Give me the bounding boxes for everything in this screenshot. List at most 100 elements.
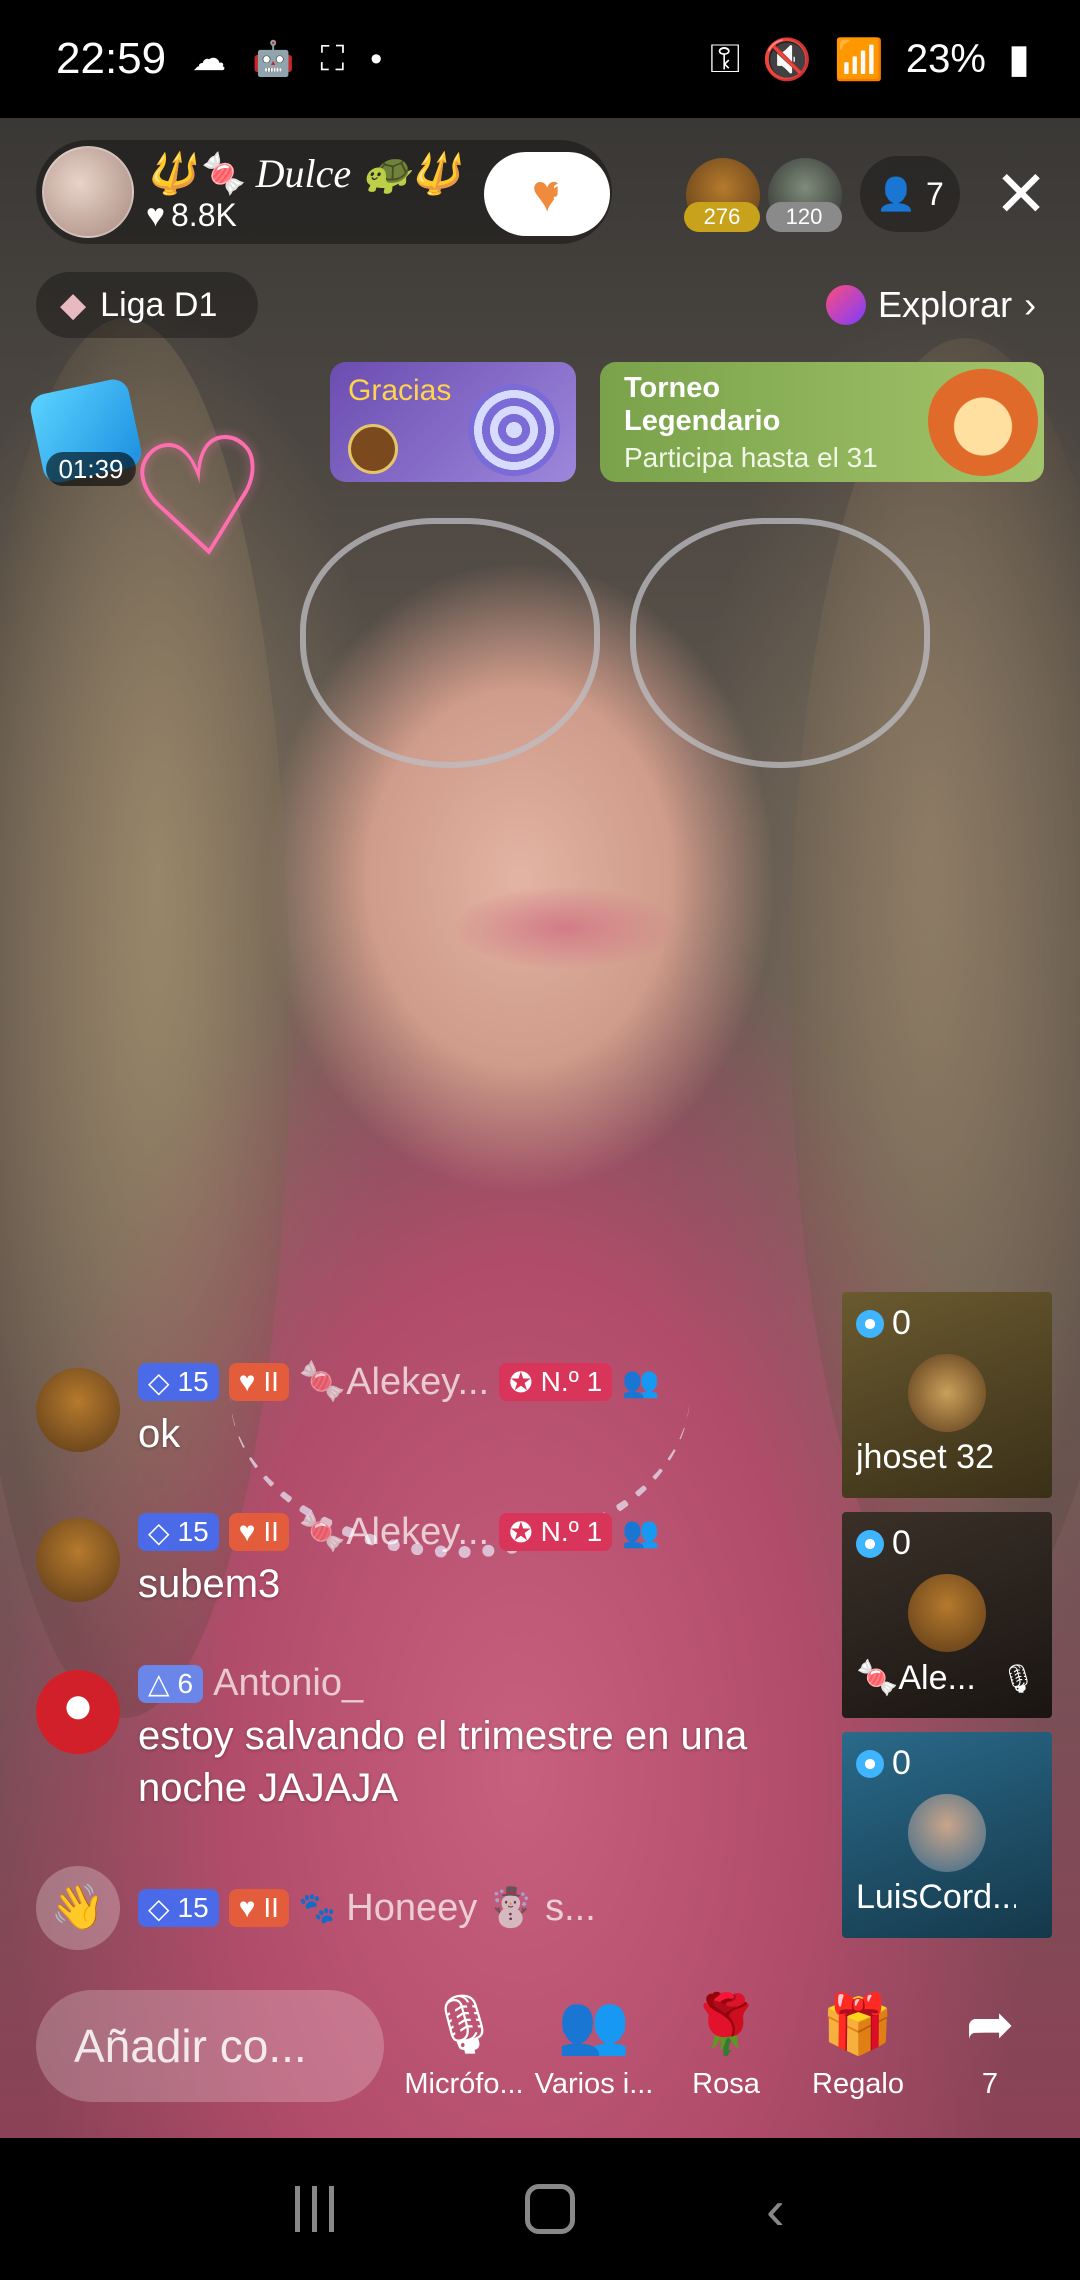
gem-icon — [856, 1529, 884, 1558]
person-icon: 👤 — [876, 176, 917, 212]
league-pill[interactable]: ◆ Liga D1 — [36, 272, 258, 338]
fan-badge: ♥ II — [228, 1513, 289, 1551]
medal-icon: ✪ — [509, 1516, 533, 1548]
gift-button[interactable]: 🎁 Regalo — [798, 1990, 918, 2101]
close-icon: ✕ — [994, 158, 1048, 230]
chat-username[interactable]: Honeey — [346, 1887, 477, 1930]
share-count: 7 — [981, 2068, 999, 2100]
host-name: 🔱🍬 Dulce 🐢🔱 — [146, 151, 461, 196]
rank-badge: ✪ N.º 1 — [499, 1363, 613, 1401]
close-button[interactable]: ✕ — [988, 156, 1054, 232]
gem-icon — [856, 1749, 884, 1778]
battery-icon: ▮ — [1007, 37, 1030, 81]
guest-tile[interactable]: 0 LuisCord... — [842, 1732, 1052, 1938]
guest-user-icon: 👥 — [622, 1365, 660, 1399]
guest-avatar — [908, 1794, 986, 1872]
gracias-banner[interactable]: Gracias — [330, 362, 576, 482]
guest-score: 0 — [892, 1744, 911, 1782]
top-viewer-score-2: 120 — [766, 202, 842, 232]
chat-extra: ☃️ s... — [487, 1887, 596, 1929]
dot-icon: • — [370, 39, 383, 78]
multi-guest-icon: 👥 — [557, 1992, 631, 2057]
comment-input[interactable]: Añadir co... — [36, 1990, 384, 2102]
diamond-icon: ◇ — [148, 1892, 170, 1924]
level-badge: ◇ 15 — [138, 1513, 219, 1551]
triangle-icon: △ — [148, 1668, 170, 1699]
cloud-icon: ☁ — [192, 40, 227, 78]
explore-label: Explorar — [878, 284, 1013, 325]
torneo-banner[interactable]: Torneo Legendario Participa hasta el 31 — [600, 362, 1044, 482]
microphone-button[interactable]: 🎙 Micrófo... — [404, 1990, 524, 2101]
chat-text: ok — [138, 1412, 181, 1456]
share-icon: ➦ — [965, 1992, 1015, 2057]
guest-score: 0 — [892, 1524, 911, 1562]
fan-badge: ♥ II — [228, 1889, 289, 1927]
screenshot-icon: ⛶ — [320, 39, 345, 78]
guest-user-icon: 👥 — [622, 1515, 660, 1549]
battery-percent: 23% — [905, 36, 986, 81]
explore-button[interactable]: Explorar › — [812, 272, 1052, 338]
chat-text: subem3 — [138, 1562, 281, 1606]
follow-count: 17 — [552, 179, 577, 204]
host-avatar[interactable] — [42, 146, 134, 238]
rose-button[interactable]: 🌹 Rosa — [666, 1990, 786, 2101]
heart-icon: ♥ — [238, 1516, 256, 1547]
guest-name: 🍬Ale... — [856, 1659, 976, 1697]
wave-button[interactable]: 👋 — [36, 1866, 120, 1950]
lion-mascot-icon — [928, 366, 1038, 476]
rank-badge: ✪ N.º 1 — [499, 1513, 613, 1551]
heart-icon: ♥ — [238, 1892, 256, 1923]
status-time: 22:59 — [56, 34, 167, 83]
wave-hand-icon: 👋 — [50, 1883, 106, 1932]
key-icon: ⚿ — [709, 36, 741, 81]
orange-heart-icon: ♥ 17 — [531, 165, 577, 223]
chat-avatar[interactable] — [36, 1368, 120, 1452]
wifi-icon: 📶 — [834, 37, 884, 82]
viewer-count: 7 — [926, 175, 944, 212]
diamond-icon: ◇ — [148, 1516, 170, 1548]
action-label: Micrófo... — [404, 2068, 524, 2100]
action-label: Regalo — [812, 2068, 904, 2100]
back-button[interactable]: ‹ — [766, 2177, 785, 2242]
chevron-right-icon: › — [1024, 284, 1037, 325]
chat-username[interactable]: Antonio_ — [213, 1662, 363, 1705]
heart-icon: ♥ — [238, 1366, 256, 1397]
torneo-title: Torneo Legendario — [624, 372, 781, 437]
video-glasses-right — [630, 518, 930, 768]
mic-off-icon: 🎙 — [427, 1992, 501, 2057]
guest-name: jhoset 32 — [856, 1438, 994, 1476]
heart-icon: ♥ — [146, 197, 165, 233]
gift-icon: 🎁 — [821, 1992, 895, 2057]
level-badge: ◇ 15 — [138, 1889, 219, 1927]
guest-name: LuisCord... — [856, 1878, 1016, 1916]
action-label: Rosa — [692, 2068, 760, 2100]
chat-text: estoy salvando el trimestre en una noche… — [138, 1714, 748, 1810]
heart-sticker-icon: ♡ — [118, 400, 286, 599]
recent-apps-button[interactable] — [295, 2186, 335, 2232]
chat-username[interactable]: 🍬Alekey... — [299, 1510, 489, 1554]
home-button[interactable] — [525, 2184, 576, 2234]
status-bar: 22:59 ☁ 🤖 ⛶ • ⚿ 🔇 📶 23% ▮ — [0, 0, 1080, 118]
chat-avatar[interactable] — [36, 1518, 120, 1602]
planet-icon — [826, 285, 866, 325]
guest-score: 0 — [892, 1304, 911, 1342]
mute-icon: 🔇 — [762, 37, 813, 82]
share-button[interactable]: ➦ 7 — [930, 1990, 1050, 2101]
mic-muted-icon: 🎙 — [1000, 1663, 1036, 1694]
top-viewer-score-1: 276 — [684, 202, 760, 232]
chat-avatar[interactable] — [36, 1670, 120, 1754]
chat-username[interactable]: 🍬Alekey... — [299, 1360, 489, 1404]
video-lips — [455, 888, 675, 968]
level-badge: △ 6 — [138, 1664, 204, 1703]
gracias-title: Gracias — [348, 374, 452, 407]
multi-guest-button[interactable]: 👥 Varios i... — [534, 1990, 654, 2101]
level-badge: ◇ 15 — [138, 1363, 219, 1401]
gracias-avatar — [348, 424, 398, 474]
host-likes: 8.8K — [171, 197, 237, 233]
guest-tile[interactable]: 0 🍬Ale... 🎙 — [842, 1512, 1052, 1718]
viewer-count-button[interactable]: 👤 7 — [860, 156, 960, 232]
guest-tile[interactable]: 0 jhoset 32 — [842, 1292, 1052, 1498]
rose-icon: 🌹 — [689, 1992, 763, 2057]
follow-button[interactable]: ♥ 17 — [484, 152, 610, 236]
guest-avatar — [908, 1354, 986, 1432]
